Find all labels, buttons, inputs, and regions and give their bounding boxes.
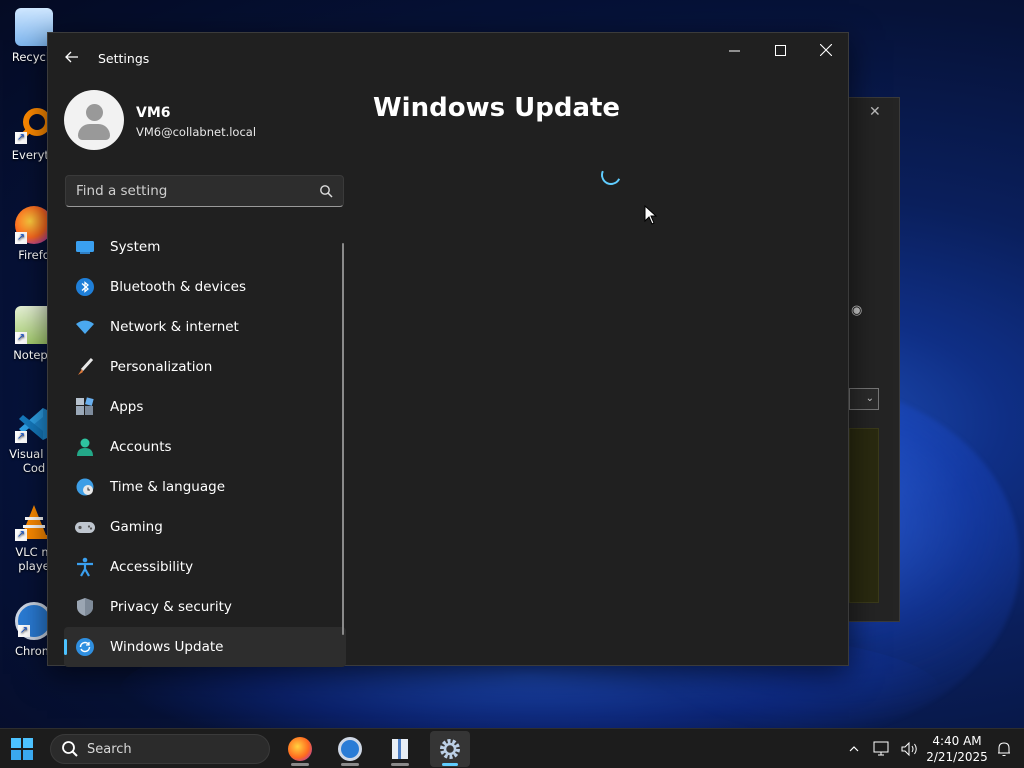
firefox-icon bbox=[288, 737, 312, 761]
nav-scrollbar[interactable] bbox=[342, 243, 344, 635]
shield-icon bbox=[74, 596, 96, 618]
start-button[interactable] bbox=[10, 737, 34, 761]
accounts-icon bbox=[74, 436, 96, 458]
close-icon[interactable]: ✕ bbox=[869, 104, 881, 120]
minimize-icon bbox=[728, 50, 740, 51]
tray-volume[interactable] bbox=[898, 729, 922, 768]
maximize-icon bbox=[774, 44, 786, 56]
nav-item-time-language[interactable]: Time & language bbox=[64, 467, 346, 507]
wifi-icon bbox=[74, 316, 96, 338]
settings-icon bbox=[440, 739, 460, 759]
tray-overflow-button[interactable] bbox=[844, 729, 864, 768]
brush-icon bbox=[74, 356, 96, 378]
back-button[interactable] bbox=[60, 47, 84, 67]
search-icon bbox=[62, 741, 78, 757]
search-icon bbox=[320, 185, 333, 198]
tray-network[interactable] bbox=[870, 729, 894, 768]
preview-panel bbox=[849, 428, 879, 603]
taskbar: Search 4:40 AM 2/21/2025 bbox=[0, 728, 1024, 768]
nav-item-apps[interactable]: Apps bbox=[64, 387, 346, 427]
close-icon bbox=[820, 44, 832, 56]
nav-item-bluetooth[interactable]: Bluetooth & devices bbox=[64, 267, 346, 307]
taskbar-app-settings[interactable] bbox=[430, 731, 470, 767]
taskbar-app-chrome[interactable] bbox=[330, 731, 370, 767]
nav-item-system[interactable]: System bbox=[64, 227, 346, 267]
nav-item-accounts[interactable]: Accounts bbox=[64, 427, 346, 467]
nav-item-windows-update[interactable]: Windows Update bbox=[64, 627, 346, 667]
maximize-button[interactable] bbox=[757, 33, 803, 67]
clock-date: 2/21/2025 bbox=[926, 750, 988, 764]
accessibility-icon bbox=[74, 556, 96, 578]
apps-icon bbox=[74, 396, 96, 418]
taskbar-clock[interactable]: 4:40 AM 2/21/2025 bbox=[922, 733, 992, 765]
bluetooth-icon bbox=[74, 276, 96, 298]
taskbar-search[interactable]: Search bbox=[50, 734, 270, 764]
back-arrow-icon bbox=[65, 51, 78, 63]
bell-icon bbox=[998, 742, 1010, 756]
settings-search-box[interactable] bbox=[65, 175, 344, 207]
user-email: VM6@collabnet.local bbox=[136, 125, 257, 139]
avatar bbox=[64, 90, 124, 150]
nav-item-privacy-security[interactable]: Privacy & security bbox=[64, 587, 346, 627]
mouse-cursor-icon bbox=[644, 205, 658, 225]
page-title: Windows Update bbox=[373, 93, 621, 123]
globe-clock-icon bbox=[74, 476, 96, 498]
notifications-button[interactable] bbox=[994, 729, 1014, 768]
update-icon bbox=[74, 636, 96, 658]
windows-logo-icon bbox=[11, 738, 33, 760]
search-input[interactable] bbox=[66, 176, 306, 206]
taskbar-app-notepad[interactable] bbox=[380, 731, 420, 767]
taskbar-search-label: Search bbox=[87, 741, 132, 757]
close-button[interactable] bbox=[803, 33, 849, 67]
volume-icon bbox=[901, 741, 917, 757]
user-profile[interactable]: VM6 VM6@collabnet.local bbox=[64, 90, 354, 152]
settings-window: Settings VM6 VM6@collabnet.local System … bbox=[47, 32, 849, 667]
title-bar[interactable]: Settings bbox=[48, 33, 848, 81]
nav-item-network[interactable]: Network & internet bbox=[64, 307, 346, 347]
user-name: VM6 bbox=[136, 105, 171, 121]
chrome-icon bbox=[338, 737, 362, 761]
nav-item-personalization[interactable]: Personalization bbox=[64, 347, 346, 387]
nav-item-gaming[interactable]: Gaming bbox=[64, 507, 346, 547]
system-icon bbox=[74, 236, 96, 258]
chevron-up-icon bbox=[849, 746, 859, 752]
loading-spinner bbox=[598, 162, 624, 188]
minimize-button[interactable] bbox=[711, 33, 757, 67]
network-icon bbox=[873, 741, 889, 756]
dropdown-icon[interactable]: ⌄ bbox=[849, 388, 879, 410]
gamepad-icon bbox=[74, 516, 96, 538]
notepad-plus-plus-icon bbox=[392, 739, 408, 759]
settings-nav: System Bluetooth & devices Network & int… bbox=[64, 227, 346, 667]
taskbar-app-firefox[interactable] bbox=[280, 731, 320, 767]
nav-item-accessibility[interactable]: Accessibility bbox=[64, 547, 346, 587]
eye-icon[interactable]: ◉ bbox=[851, 303, 875, 323]
window-title: Settings bbox=[98, 51, 150, 66]
clock-time: 4:40 AM bbox=[932, 734, 982, 748]
